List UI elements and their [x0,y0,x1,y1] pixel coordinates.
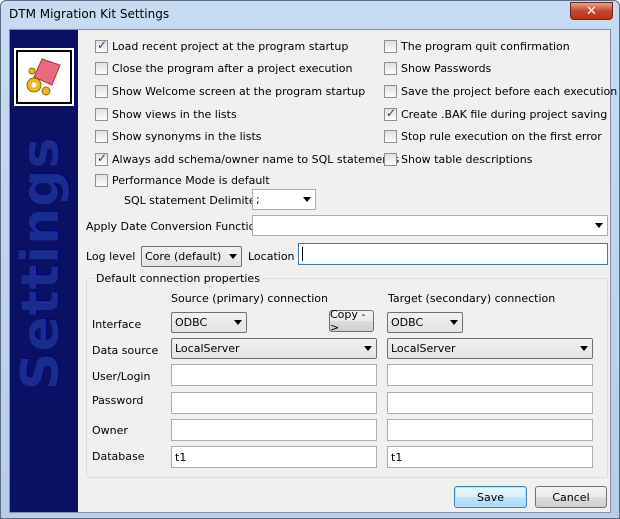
checkbox[interactable] [95,129,108,143]
option-add-schema-owner[interactable]: Always add schema/owner name to SQL stat… [95,151,399,167]
option-performance-mode[interactable]: Performance Mode is default [95,172,270,188]
user-login-label: User/Login [92,370,151,383]
location-label: Location [248,250,295,263]
close-button[interactable]: ✕ [570,2,613,20]
interface-label: Interface [92,318,142,331]
chevron-down-icon [595,223,603,228]
checkbox[interactable] [384,129,397,143]
option-label: Show synonyms in the lists [112,129,262,143]
source-connection-header: Source (primary) connection [171,292,329,305]
date-conversion-select[interactable] [252,215,608,236]
checkbox[interactable] [95,84,108,98]
owner-label: Owner [92,424,128,437]
checkbox[interactable] [384,39,397,53]
checkbox-checked[interactable] [95,38,108,53]
checkbox[interactable] [95,173,108,187]
source-owner-input[interactable] [171,419,377,441]
source-data-source-select[interactable]: LocalServer [171,338,377,359]
option-save-before-execution[interactable]: Save the project before each execution [384,83,617,99]
source-user-input[interactable] [171,364,377,386]
option-label: The program quit confirmation [401,39,570,53]
cancel-button[interactable]: Cancel [535,486,607,508]
target-interface-value: ODBC [391,316,424,329]
save-button[interactable]: Save [454,486,527,508]
option-label: Show Welcome screen at the program start… [112,84,366,98]
option-label: Show views in the lists [112,107,237,121]
dialog-client-area: Settings Load recent project at the prog… [9,29,617,513]
option-label: Always add schema/owner name to SQL stat… [112,152,400,166]
option-show-welcome-screen[interactable]: Show Welcome screen at the program start… [95,83,365,99]
checkbox[interactable] [384,84,397,98]
database-label: Database [92,450,145,463]
checkbox-checked[interactable] [384,106,397,121]
source-password-input[interactable] [171,392,377,414]
password-label: Password [92,394,144,407]
target-data-source-select[interactable]: LocalServer [387,338,593,359]
data-source-label: Data source [92,344,159,357]
option-show-table-descriptions[interactable]: Show table descriptions [384,151,532,167]
source-database-value: t1 [175,450,187,464]
group-title: Default connection properties [94,272,262,285]
target-database-input[interactable]: t1 [387,446,593,468]
chevron-down-icon [229,254,237,259]
option-label: Close the program after a project execut… [112,61,353,75]
sql-delimiter-label: SQL statement Delimiter [124,194,261,207]
title-bar[interactable]: DTM Migration Kit Settings ✕ [1,1,619,29]
copy-connection-button[interactable]: Copy -> [329,308,374,334]
target-interface-select[interactable]: ODBC [387,312,463,333]
option-show-synonyms[interactable]: Show synonyms in the lists [95,128,262,144]
target-owner-input[interactable] [387,419,593,441]
location-input[interactable] [298,243,608,265]
checkbox-checked[interactable] [95,151,108,166]
chevron-down-icon [364,346,372,351]
option-close-after-execution[interactable]: Close the program after a project execut… [95,60,353,76]
settings-window: DTM Migration Kit Settings ✕ Settings Lo… [0,0,620,519]
sql-delimiter-value: ; [256,193,260,206]
chevron-down-icon [580,346,588,351]
option-label: Save the project before each execution [401,84,618,98]
option-label: Stop rule execution on the first error [401,129,602,143]
option-label: Load recent project at the program start… [112,39,349,53]
option-quit-confirmation[interactable]: The program quit confirmation [384,38,570,54]
option-load-recent-project[interactable]: Load recent project at the program start… [95,38,348,54]
log-level-value: Core (default) [145,250,222,263]
option-label: Create .BAK file during project saving [401,107,608,121]
date-conversion-label: Apply Date Conversion Function [86,220,263,233]
target-password-input[interactable] [387,392,593,414]
checkbox[interactable] [95,61,108,75]
target-data-source-value: LocalServer [391,342,456,355]
chevron-down-icon [234,320,242,325]
sidebar-settings-label: Settings [11,136,71,390]
sidebar-banner: Settings [10,30,78,512]
target-user-input[interactable] [387,364,593,386]
option-stop-on-first-error[interactable]: Stop rule execution on the first error [384,128,602,144]
source-database-input[interactable]: t1 [171,446,377,468]
option-label: Show Passwords [401,61,492,75]
option-show-passwords[interactable]: Show Passwords [384,60,491,76]
checkbox[interactable] [384,61,397,75]
target-connection-header: Target (secondary) connection [388,292,556,305]
target-database-value: t1 [391,450,403,464]
option-show-views[interactable]: Show views in the lists [95,106,237,122]
checkbox[interactable] [384,152,397,166]
chevron-down-icon [450,320,458,325]
option-label: Show table descriptions [401,152,533,166]
option-label: Performance Mode is default [112,173,270,187]
source-interface-select[interactable]: ODBC [171,312,247,333]
source-data-source-value: LocalServer [175,342,240,355]
chevron-down-icon [303,197,311,202]
sql-delimiter-select[interactable]: ; [252,189,316,210]
option-create-bak-file[interactable]: Create .BAK file during project saving [384,106,607,122]
text-caret [302,247,303,261]
source-interface-value: ODBC [175,316,208,329]
log-level-label: Log level [86,250,136,263]
log-level-select[interactable]: Core (default) [141,246,242,267]
checkbox[interactable] [95,107,108,121]
